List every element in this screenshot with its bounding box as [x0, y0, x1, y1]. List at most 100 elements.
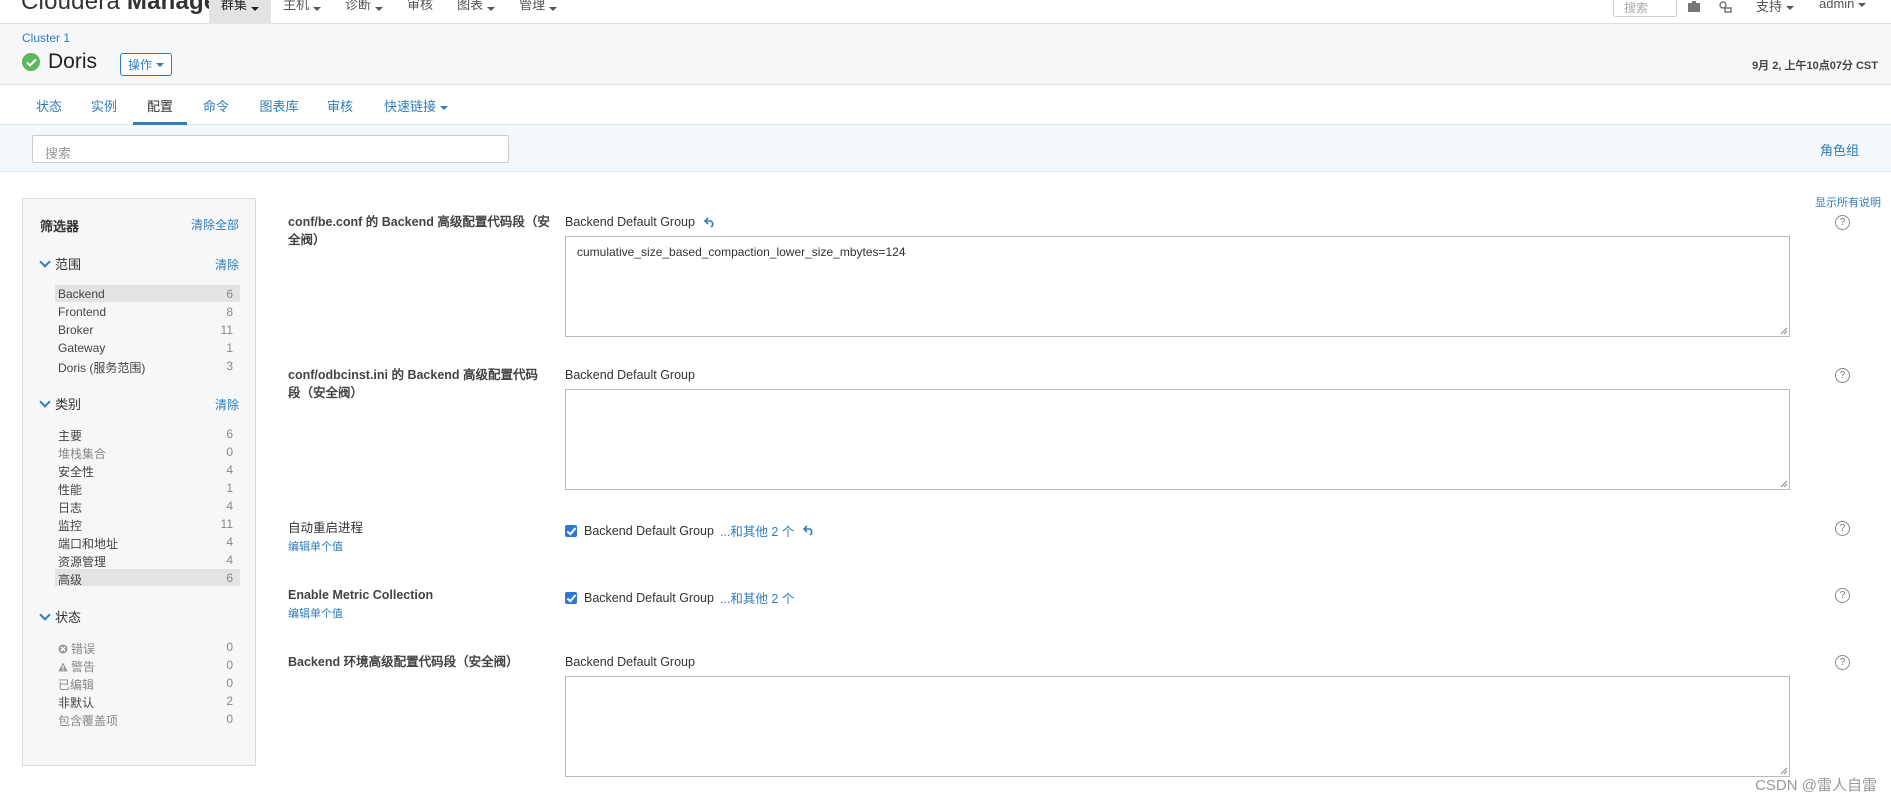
filter-category-monitoring[interactable]: 监控 11 [55, 515, 240, 533]
watermark: CSDN @雷人自雷 [1755, 777, 1877, 794]
config-label-env-safety-valve: Backend 环境高级配置代码段（安全阀） [288, 655, 519, 669]
config-value-be-conf: cumulative_size_based_compaction_lower_s… [577, 245, 906, 259]
filter-category-advanced[interactable]: 高级 6 [55, 569, 240, 587]
config-label-metric-collection: Enable Metric Collection [288, 588, 434, 602]
config-textarea-be-conf[interactable]: cumulative_size_based_compaction_lower_s… [565, 236, 1790, 337]
edit-single-value-link[interactable]: 编辑单个值 [288, 605, 343, 621]
chevron-down-icon [39, 395, 51, 408]
status-section-header[interactable]: 状态 [39, 607, 81, 626]
help-icon[interactable]: ? [1835, 521, 1850, 536]
auto-restart-checkbox[interactable] [565, 524, 577, 537]
support-menu[interactable]: 支持 [1756, 0, 1795, 15]
category-clear-link[interactable]: 清除 [215, 396, 239, 413]
tab-configuration[interactable]: 配置 [133, 85, 187, 125]
help-icon[interactable]: ? [1835, 655, 1850, 670]
global-search-input[interactable]: 搜索 [1613, 0, 1677, 17]
show-all-descriptions-link[interactable]: 显示所有说明 [1815, 194, 1881, 210]
caret-down-icon [156, 62, 165, 67]
config-group-auto-restart: Backend Default Group ...和其他 2 个 [565, 521, 815, 540]
config-label-be-conf: conf/be.conf 的 Backend 高级配置代码段（安全阀） [288, 215, 550, 247]
config-group-metric-collection: Backend Default Group ...和其他 2 个 [565, 588, 794, 607]
filters-title: 筛选器 [40, 219, 80, 234]
nav-audits[interactable]: 审核 [395, 0, 445, 24]
config-search-input[interactable]: 搜索 [32, 135, 509, 163]
brand-light-text: Cloudera [21, 0, 120, 15]
running-commands-icon[interactable] [1718, 1, 1732, 13]
caret-down-icon [251, 7, 260, 11]
filter-status-error[interactable]: 错误 0 [55, 638, 240, 656]
chevron-down-icon [39, 255, 51, 268]
filter-category-performance[interactable]: 性能 1 [55, 479, 240, 497]
filter-category-ports[interactable]: 端口和地址 4 [55, 533, 240, 551]
caret-down-icon [313, 7, 322, 11]
config-textarea-env-safety-valve[interactable] [565, 676, 1790, 777]
filter-scope-frontend[interactable]: Frontend 8 [55, 303, 240, 320]
and-others-link[interactable]: ...和其他 2 个 [720, 521, 794, 540]
scope-clear-link[interactable]: 清除 [215, 256, 239, 273]
timestamp: 9月 2, 上午10点07分 CST [1752, 60, 1878, 72]
edit-single-value-link[interactable]: 编辑单个值 [288, 538, 343, 554]
tab-instances[interactable]: 实例 [91, 85, 117, 125]
caret-down-icon [1858, 2, 1867, 7]
filter-category-security[interactable]: 安全性 4 [55, 461, 240, 479]
service-title: Doris [48, 50, 98, 73]
main-nav: 群集 主机 诊断 审核 图表 管理 [209, 0, 569, 24]
role-groups-link[interactable]: 角色组 [1820, 140, 1859, 159]
tab-commands[interactable]: 命令 [203, 85, 229, 125]
parcel-icon[interactable] [1687, 1, 1701, 13]
brand-logo[interactable]: Cloudera Manager [21, 0, 227, 16]
nav-clusters[interactable]: 群集 [209, 0, 272, 24]
actions-button[interactable]: 操作 [120, 53, 173, 76]
scope-section-header[interactable]: 范围 [39, 254, 81, 273]
status-ok-icon [22, 53, 40, 71]
category-section-header[interactable]: 类别 [39, 394, 81, 413]
config-label-auto-restart: 自动重启进程 [288, 521, 364, 535]
undo-icon[interactable] [803, 525, 815, 536]
filter-scope-backend[interactable]: Backend 6 [55, 285, 240, 302]
caret-down-icon [549, 7, 558, 11]
help-icon[interactable]: ? [1835, 588, 1850, 603]
breadcrumb-cluster[interactable]: Cluster 1 [22, 31, 70, 45]
filter-category-main[interactable]: 主要 6 [55, 425, 240, 443]
and-others-link[interactable]: ...和其他 2 个 [720, 588, 794, 607]
error-icon [58, 644, 68, 654]
filter-status-has-overrides[interactable]: 包含覆盖项 0 [55, 710, 240, 728]
user-menu[interactable]: admin [1819, 0, 1867, 11]
config-group-be-conf: Backend Default Group [565, 215, 716, 229]
help-icon[interactable]: ? [1835, 368, 1850, 383]
chevron-down-icon [39, 608, 51, 621]
resize-grip-icon[interactable] [1780, 327, 1788, 335]
config-textarea-odbcinst[interactable] [565, 389, 1790, 490]
config-group-env-safety-valve: Backend Default Group [565, 655, 695, 669]
caret-down-icon [1786, 5, 1795, 10]
metric-collection-checkbox[interactable] [565, 591, 577, 604]
filter-scope-service[interactable]: Doris (服务范围) 3 [55, 357, 240, 375]
filter-status-warning[interactable]: 警告 0 [55, 656, 240, 674]
caret-down-icon [375, 7, 384, 11]
filter-scope-broker[interactable]: Broker 11 [55, 321, 240, 338]
filter-category-logs[interactable]: 日志 4 [55, 497, 240, 515]
warning-icon [58, 662, 68, 672]
service-tabs: 状态 实例 配置 命令 图表库 审核 快速链接 [0, 85, 1891, 125]
tab-audits[interactable]: 审核 [327, 85, 353, 125]
help-icon[interactable]: ? [1835, 215, 1850, 230]
filter-status-non-default[interactable]: 非默认 2 [55, 692, 240, 710]
config-label-odbcinst: conf/odbcinst.ini 的 Backend 高级配置代码段（安全阀） [288, 368, 539, 400]
resize-grip-icon[interactable] [1780, 480, 1788, 488]
caret-down-icon [487, 7, 496, 11]
filter-category-stacks[interactable]: 堆栈集合 0 [55, 443, 240, 461]
nav-charts[interactable]: 图表 [445, 0, 507, 24]
nav-diagnostics[interactable]: 诊断 [333, 0, 395, 24]
nav-administration[interactable]: 管理 [507, 0, 569, 24]
config-search-bar: 搜索 角色组 [0, 125, 1891, 172]
filter-status-edited[interactable]: 已编辑 0 [55, 674, 240, 692]
filter-sidebar: 筛选器 清除全部 范围 清除 Backend 6 Frontend 8 Broker… [22, 198, 256, 766]
nav-hosts[interactable]: 主机 [271, 0, 333, 24]
filter-scope-gateway[interactable]: Gateway 1 [55, 339, 240, 356]
tab-quick-links[interactable]: 快速链接 [383, 85, 449, 125]
filter-category-resources[interactable]: 资源管理 4 [55, 551, 240, 569]
clear-all-filters-link[interactable]: 清除全部 [191, 216, 239, 233]
tab-status[interactable]: 状态 [36, 85, 62, 125]
undo-icon[interactable] [703, 216, 716, 228]
tab-chart-library[interactable]: 图表库 [259, 85, 299, 125]
